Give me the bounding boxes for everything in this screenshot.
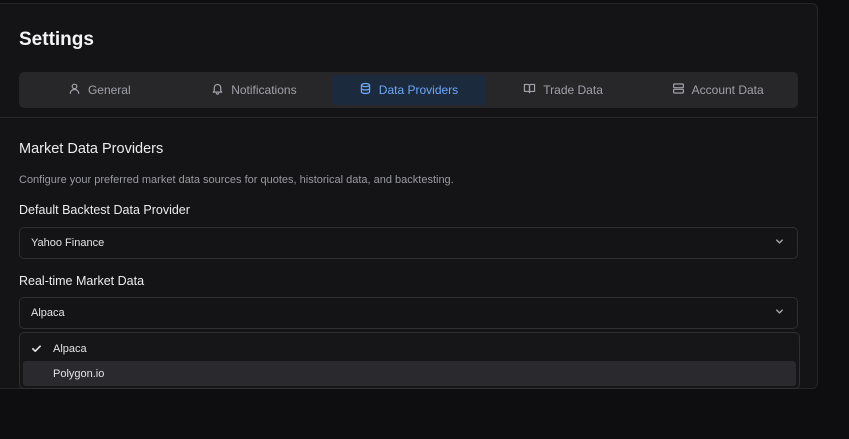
- option-label: Polygon.io: [53, 367, 105, 380]
- backtest-provider-select[interactable]: Yahoo Finance: [19, 227, 798, 259]
- backtest-provider-label: Default Backtest Data Provider: [19, 203, 190, 217]
- database-icon: [359, 82, 372, 98]
- option-label: Alpaca: [53, 342, 87, 355]
- server-icon: [672, 82, 685, 98]
- chevron-down-icon: [774, 306, 785, 320]
- tab-label: Notifications: [231, 83, 297, 97]
- tab-label: Data Providers: [378, 83, 459, 97]
- book-icon: [523, 82, 536, 98]
- section-description: Configure your preferred market data sou…: [19, 174, 454, 186]
- tab-general[interactable]: General: [22, 75, 177, 105]
- option-polygon[interactable]: Polygon.io: [23, 361, 796, 386]
- realtime-data-label: Real-time Market Data: [19, 274, 145, 288]
- bell-icon: [211, 82, 224, 98]
- check-icon: [31, 343, 45, 354]
- tab-notifications[interactable]: Notifications: [177, 75, 332, 105]
- chevron-down-icon: [774, 236, 785, 250]
- tab-trade-data[interactable]: Trade Data: [486, 75, 641, 105]
- header-divider: [0, 117, 817, 118]
- select-value: Alpaca: [31, 307, 65, 319]
- option-alpaca[interactable]: Alpaca: [23, 336, 796, 361]
- settings-panel: Settings General Notifications Data Prov…: [0, 3, 818, 389]
- page-title: Settings: [19, 29, 94, 50]
- user-icon: [68, 82, 81, 98]
- section-title: Market Data Providers: [19, 141, 164, 157]
- realtime-data-select[interactable]: Alpaca: [19, 297, 798, 329]
- tab-label: General: [87, 83, 131, 97]
- tab-label: Account Data: [691, 83, 764, 97]
- tab-account-data[interactable]: Account Data: [640, 75, 795, 105]
- tab-label: Trade Data: [543, 83, 603, 97]
- tab-data-providers[interactable]: Data Providers: [331, 75, 486, 105]
- settings-tabs: General Notifications Data Providers Tra…: [19, 72, 798, 108]
- select-value: Yahoo Finance: [31, 237, 105, 249]
- realtime-data-dropdown: Alpaca Polygon.io: [19, 332, 800, 389]
